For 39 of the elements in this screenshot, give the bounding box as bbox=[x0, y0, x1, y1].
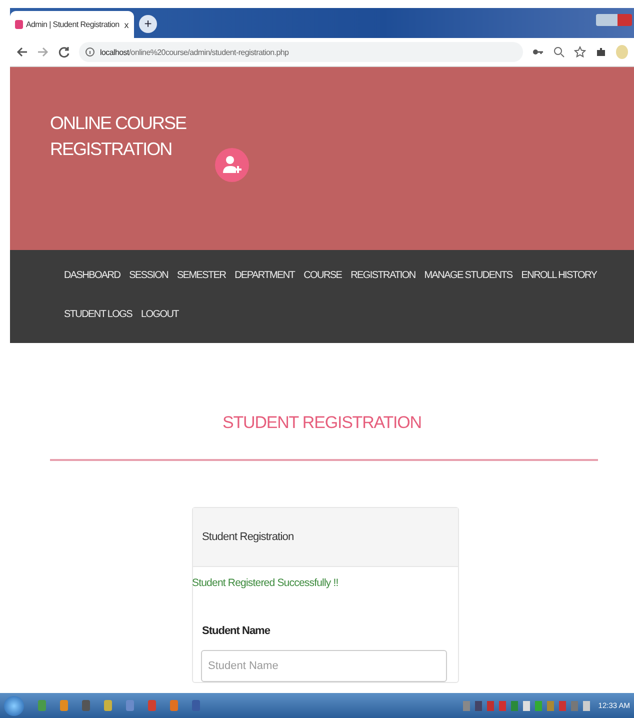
info-icon bbox=[85, 47, 95, 57]
new-tab-button[interactable]: + bbox=[139, 15, 157, 33]
site-title: ONLINE COURSE REGISTRATION bbox=[50, 112, 188, 161]
nav-link[interactable]: DASHBOARD bbox=[64, 268, 120, 284]
add-user-icon bbox=[215, 148, 249, 182]
reload-icon[interactable] bbox=[58, 46, 70, 58]
taskbar-app-icon[interactable] bbox=[104, 700, 112, 711]
browser-tab[interactable]: Admin | Student Registration x bbox=[10, 11, 134, 38]
input-field[interactable]: Student Name bbox=[201, 650, 447, 682]
taskbar-app-icon[interactable] bbox=[38, 700, 46, 711]
taskbar-app-icon[interactable] bbox=[60, 700, 68, 711]
nav-link[interactable]: LOGOUT bbox=[141, 307, 178, 323]
taskbar-app-icon[interactable] bbox=[148, 700, 156, 711]
avatar-icon[interactable] bbox=[616, 45, 628, 59]
forward-icon[interactable] bbox=[37, 46, 49, 58]
nav-link[interactable]: COURSE bbox=[304, 268, 342, 284]
nav-link[interactable]: SEMESTER bbox=[177, 268, 226, 284]
window-controls-icon[interactable] bbox=[596, 14, 632, 26]
page-title: STUDENT REGISTRATION bbox=[222, 413, 422, 433]
nav-link[interactable]: STUDENT LOGS bbox=[64, 307, 132, 323]
zoom-icon[interactable] bbox=[553, 46, 565, 58]
taskbar-app-icon[interactable] bbox=[126, 700, 134, 711]
star-icon[interactable] bbox=[574, 46, 586, 58]
nav-link[interactable]: MANAGE STUDENTS bbox=[424, 268, 512, 284]
app-icon bbox=[15, 20, 23, 29]
taskbar-app-icon[interactable] bbox=[192, 700, 200, 711]
taskbar-app-icon[interactable] bbox=[82, 700, 90, 711]
success-message: Student Registered Successfully !! bbox=[192, 577, 340, 589]
tab-title: Admin | Student Registration bbox=[26, 20, 120, 29]
panel-heading: Student Registration bbox=[193, 508, 458, 567]
nav-link[interactable]: REGISTRATION bbox=[350, 268, 416, 284]
address-field[interactable]: localhost/online%20course/admin/student-registration.php bbox=[79, 42, 523, 62]
nav-link[interactable]: SESSION bbox=[129, 268, 168, 284]
nav-link[interactable]: DEPARTMENT bbox=[234, 268, 295, 284]
nav-link[interactable]: ENROLL HISTORY bbox=[521, 268, 597, 284]
field-label: Student Name bbox=[202, 625, 271, 637]
back-icon[interactable] bbox=[16, 46, 28, 58]
start-button[interactable] bbox=[4, 696, 24, 716]
taskbar-app-icon[interactable] bbox=[170, 700, 178, 711]
